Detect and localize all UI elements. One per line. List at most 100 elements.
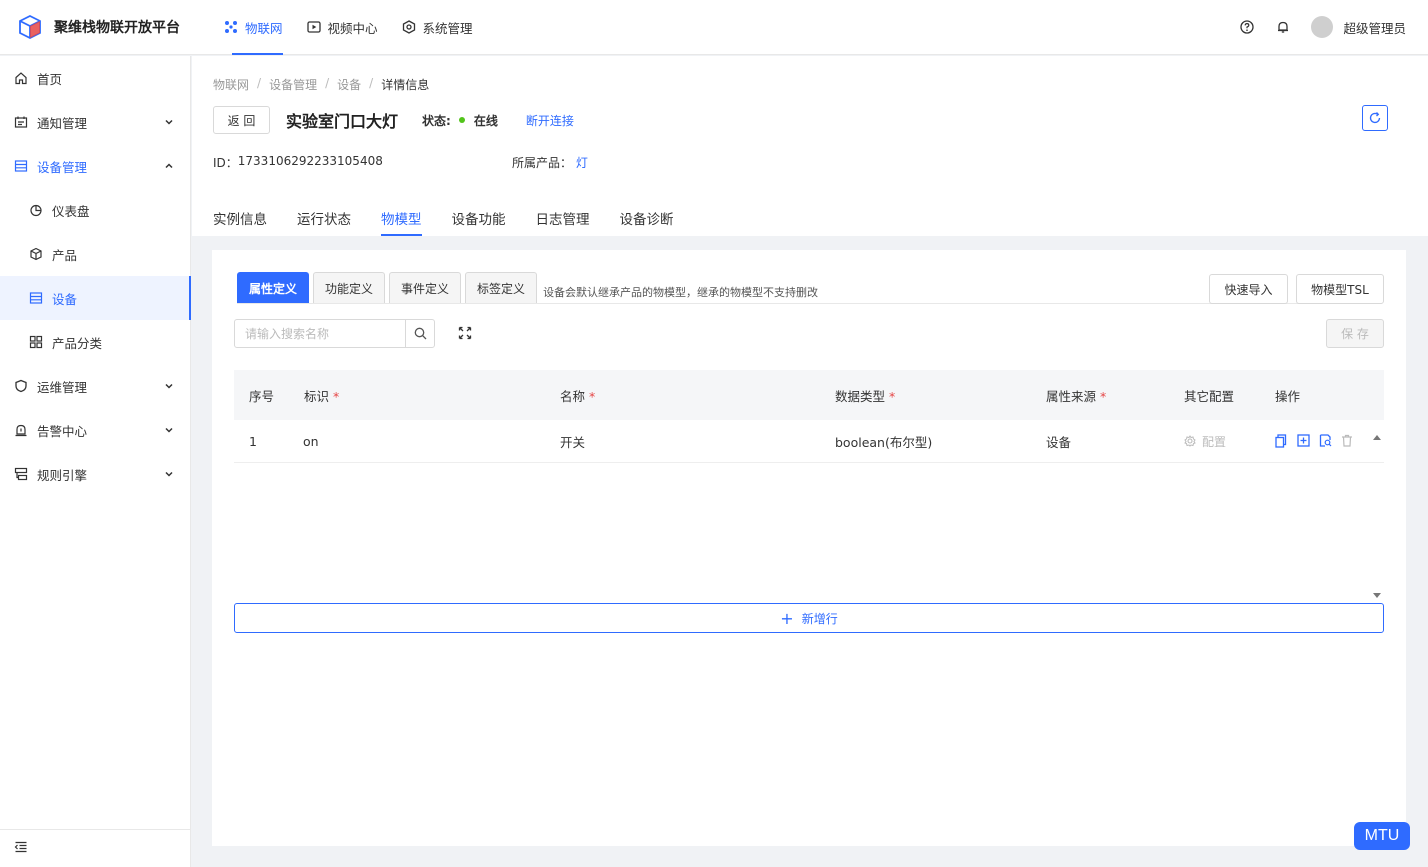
breadcrumb-current: 详情信息 — [381, 78, 430, 92]
quick-import-button[interactable]: 快速导入 — [1209, 274, 1288, 304]
detail-tabs: 实例信息 运行状态 物模型 设备功能 日志管理 设备诊断 — [213, 196, 704, 236]
inherit-hint: 设备会默认继承产品的物模型，继承的物模型不支持删改 — [543, 286, 819, 299]
col-data-type: 数据类型 * — [835, 388, 896, 404]
id-value: 1733106292233105408 — [237, 154, 383, 168]
sidebar-item-label: 产品 — [52, 247, 78, 263]
fullscreen-icon[interactable] — [458, 326, 472, 340]
sidebar-item-rules[interactable]: 规则引擎 — [0, 452, 190, 496]
row-identifier[interactable]: on — [303, 434, 319, 449]
sidebar-item-label: 首页 — [37, 71, 63, 87]
help-icon[interactable] — [1239, 19, 1255, 35]
cube-logo-icon — [19, 14, 41, 40]
video-icon — [306, 20, 321, 34]
breadcrumb-item[interactable]: 设备管理 — [269, 76, 317, 93]
table-row[interactable]: 1 on 开关 boolean(布尔型) 设备 配置 — [234, 420, 1384, 463]
device-product: 所属产品： 灯 — [512, 154, 588, 171]
add-row-button[interactable]: + 新增行 — [234, 603, 1384, 633]
search-button[interactable] — [405, 320, 434, 347]
notification-icon — [14, 115, 28, 129]
view-detail-icon[interactable] — [1319, 434, 1333, 448]
subtab-events[interactable]: 事件定义 — [389, 272, 462, 304]
row-data-type[interactable]: boolean(布尔型) — [835, 432, 932, 451]
table-header: 序号 标识 * 名称 * 数据类型 * 属性来源 * 其它配置 操作 — [234, 370, 1384, 420]
top-nav-label: 物联网 — [245, 20, 283, 36]
sidebar-item-device-mgmt[interactable]: 设备管理 — [0, 144, 190, 188]
disconnect-link[interactable]: 断开连接 — [526, 112, 574, 129]
bell-icon[interactable] — [1275, 19, 1291, 35]
pie-chart-icon — [29, 203, 43, 217]
header-right: 超级管理员 — [1239, 16, 1428, 38]
product-label: 所属产品： — [512, 156, 573, 170]
sidebar-item-alarm[interactable]: 告警中心 — [0, 408, 190, 452]
sidebar-item-label: 规则引擎 — [37, 467, 88, 483]
tab-running-status[interactable]: 运行状态 — [297, 196, 351, 236]
back-button[interactable]: 返 回 — [213, 106, 270, 134]
user-name[interactable]: 超级管理员 — [1343, 18, 1406, 37]
tab-instance-info[interactable]: 实例信息 — [213, 196, 267, 236]
rules-icon — [14, 467, 28, 481]
tab-log-management[interactable]: 日志管理 — [536, 196, 590, 236]
sidebar-item-device[interactable]: 设备 — [0, 276, 191, 320]
tab-device-diagnosis[interactable]: 设备诊断 — [620, 196, 674, 236]
chevron-down-icon — [164, 469, 174, 479]
config-label: 配置 — [1202, 434, 1227, 449]
subtab-properties[interactable]: 属性定义 — [237, 272, 310, 304]
sidebar-item-label: 仪表盘 — [52, 203, 90, 219]
top-nav-system[interactable]: 系统管理 — [390, 0, 485, 55]
row-source[interactable]: 设备 — [1046, 432, 1071, 451]
sidebar-item-product[interactable]: 产品 — [0, 232, 190, 276]
mtu-badge[interactable]: MTU — [1354, 822, 1410, 850]
row-index: 1 — [249, 433, 257, 449]
sidebar-item-dashboard[interactable]: 仪表盘 — [0, 188, 190, 232]
refresh-button[interactable] — [1362, 105, 1388, 131]
tab-thing-model[interactable]: 物模型 — [381, 196, 422, 236]
col-name: 名称 * — [560, 388, 596, 404]
tab-device-functions[interactable]: 设备功能 — [452, 196, 506, 236]
sidebar-item-label: 设备管理 — [37, 159, 88, 175]
subtab-tags[interactable]: 标签定义 — [465, 272, 538, 304]
breadcrumb-item[interactable]: 设备 — [337, 76, 361, 93]
device-id: ID： 1733106292233105408 — [213, 154, 383, 171]
sidebar-item-home[interactable]: 首页 — [0, 56, 190, 100]
insert-row-icon[interactable] — [1297, 434, 1311, 448]
device-detail-header: 物联网 / 设备管理 / 设备 / 详情信息 返 回 实验室门口大灯 状态: 在线 断… — [192, 56, 1428, 236]
box-icon — [29, 247, 43, 261]
sidebar-collapse-button[interactable] — [0, 829, 190, 867]
search-box — [234, 319, 435, 348]
system-icon — [402, 20, 416, 34]
subtab-functions[interactable]: 功能定义 — [313, 272, 386, 304]
scroll-down-icon[interactable] — [1373, 588, 1381, 598]
row-name[interactable]: 开关 — [560, 432, 585, 451]
sidebar-item-label: 告警中心 — [37, 423, 88, 439]
avatar[interactable] — [1311, 16, 1334, 38]
copy-icon[interactable] — [1275, 434, 1289, 448]
breadcrumb-item[interactable]: 物联网 — [213, 76, 249, 93]
refresh-icon — [1369, 112, 1381, 124]
col-index: 序号 — [249, 388, 275, 404]
top-nav-video[interactable]: 视频中心 — [295, 0, 390, 55]
home-icon — [14, 71, 28, 85]
tsl-button[interactable]: 物模型TSL — [1296, 274, 1384, 304]
sidebar-item-ops[interactable]: 运维管理 — [0, 364, 190, 408]
property-table: 序号 标识 * 名称 * 数据类型 * 属性来源 * 其它配置 操作 1 on 开关 b… — [234, 370, 1384, 463]
search-input[interactable] — [235, 320, 405, 347]
title-row: 返 回 实验室门口大灯 状态: 在线 断开连接 — [213, 106, 574, 134]
top-nav-iot[interactable]: 物联网 — [212, 0, 295, 55]
device-list-icon — [29, 291, 43, 305]
status-dot — [458, 117, 465, 123]
sidebar-item-product-category[interactable]: 产品分类 — [0, 320, 190, 364]
scroll-up-icon[interactable] — [1373, 429, 1381, 440]
logo[interactable]: 聚维栈物联开放平台 — [0, 13, 200, 41]
thing-model-card: 属性定义 功能定义 事件定义 标签定义 设备会默认继承产品的物模型，继承的物模型… — [212, 250, 1406, 846]
category-icon — [29, 335, 43, 349]
col-identifier: 标识 * — [304, 388, 340, 404]
config-button: 配置 — [1184, 433, 1226, 450]
sidebar-item-notify[interactable]: 通知管理 — [0, 100, 190, 144]
product-link[interactable]: 灯 — [576, 156, 588, 170]
add-row-label: 新增行 — [801, 611, 838, 626]
sidebar-item-label: 产品分类 — [52, 335, 103, 351]
alarm-icon — [14, 423, 28, 437]
chevron-down-icon — [164, 381, 174, 391]
col-source: 属性来源 * — [1046, 388, 1107, 404]
model-sub-tabs: 属性定义 功能定义 事件定义 标签定义 设备会默认继承产品的物模型，继承的物模型… — [237, 272, 818, 304]
